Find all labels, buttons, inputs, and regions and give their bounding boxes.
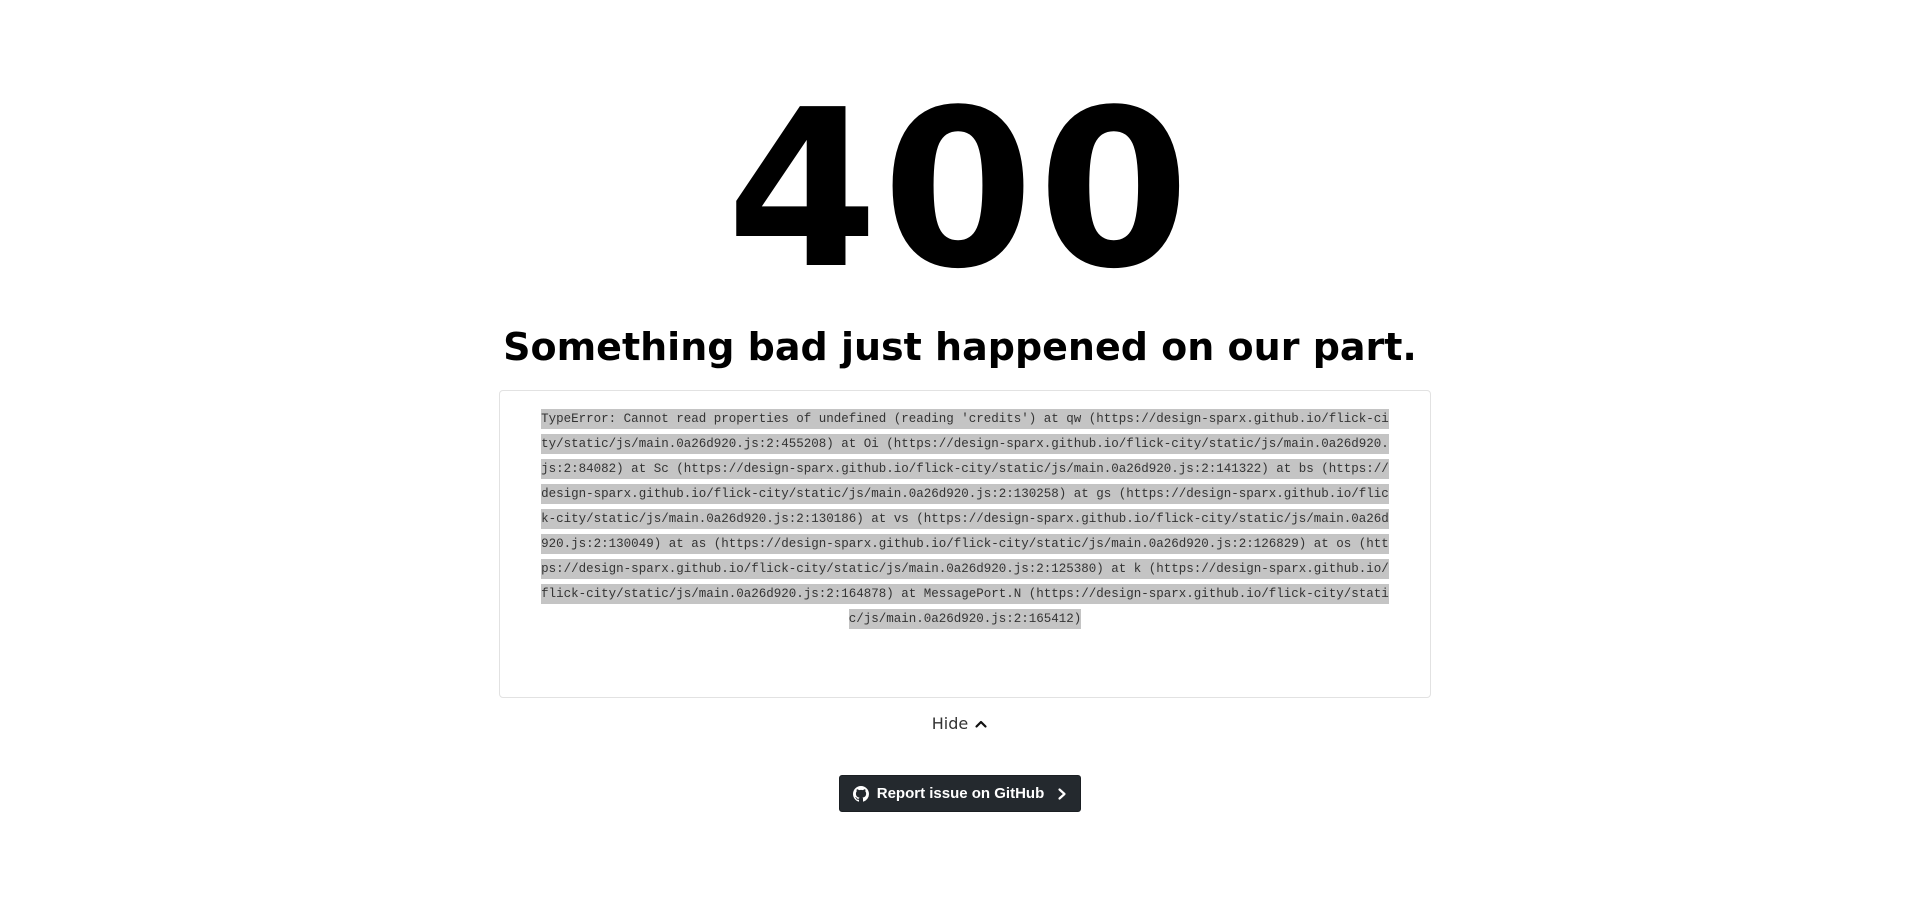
chevron-up-icon	[974, 717, 988, 731]
hide-details-toggle[interactable]: Hide	[932, 714, 988, 733]
error-stack-trace: TypeError: Cannot read properties of und…	[541, 409, 1389, 629]
error-details-box: TypeError: Cannot read properties of und…	[499, 390, 1431, 698]
status-code: 400	[726, 64, 1194, 317]
error-headline: Something bad just happened on our part.	[503, 325, 1417, 369]
error-page: 400 Something bad just happened on our p…	[0, 0, 1920, 923]
report-button-label: Report issue on GitHub	[876, 785, 1045, 802]
report-issue-button[interactable]: Report issue on GitHub	[838, 775, 1082, 812]
report-button-container: Report issue on GitHub	[0, 775, 1920, 812]
toggle-container: Hide	[0, 714, 1920, 733]
github-icon	[852, 785, 869, 802]
chevron-right-icon	[1056, 787, 1068, 801]
toggle-label: Hide	[931, 714, 969, 733]
